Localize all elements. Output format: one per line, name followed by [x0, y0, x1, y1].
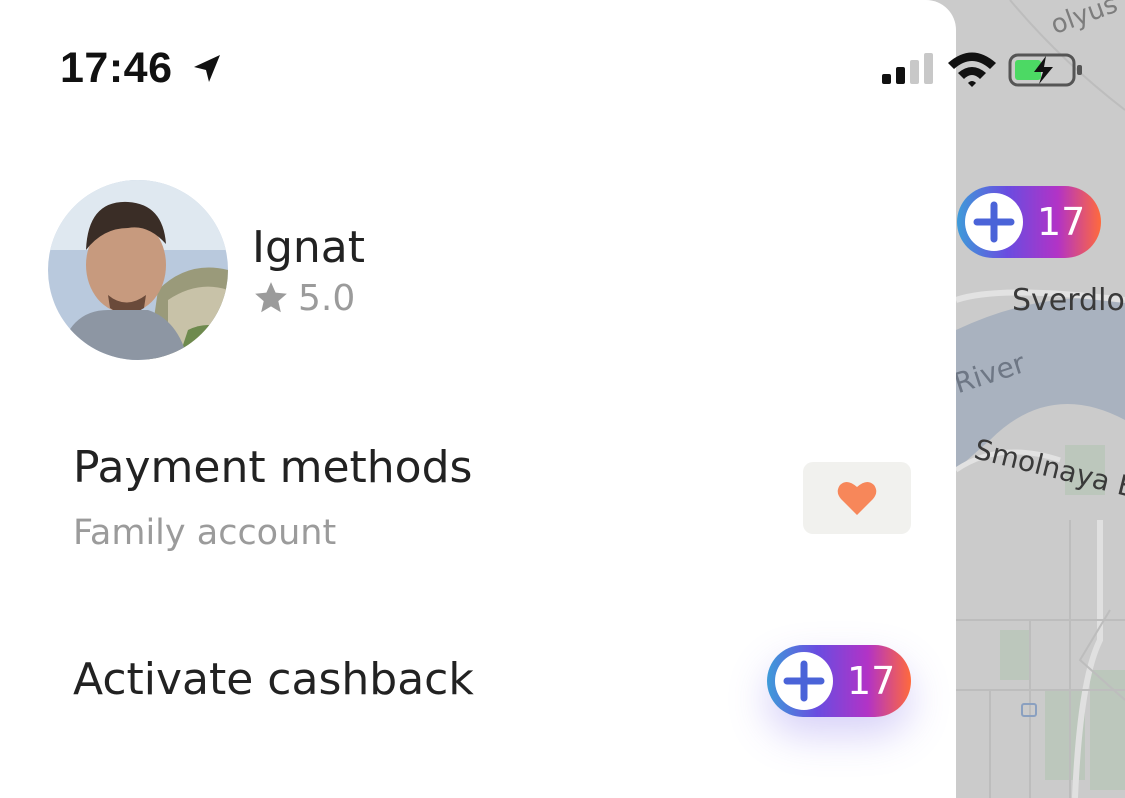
battery-charging-icon	[1008, 53, 1082, 87]
star-icon	[255, 282, 287, 313]
payment-method-badge	[803, 462, 911, 534]
cashback-plus-badge[interactable]: 17	[767, 645, 911, 717]
map-plus-count: 17	[1037, 200, 1086, 244]
cellular-signal-icon	[882, 53, 933, 84]
avatar[interactable]	[48, 180, 228, 360]
payment-methods-subtitle: Family account	[73, 513, 337, 553]
activate-cashback-title: Activate cashback	[73, 654, 474, 705]
plus-icon	[965, 193, 1023, 251]
rating-value: 5.0	[298, 277, 356, 319]
plus-icon	[775, 652, 833, 710]
status-time: 17:46	[60, 44, 173, 92]
menu-item-payment-methods[interactable]: Payment methods Family account	[0, 430, 956, 580]
wifi-icon	[948, 52, 996, 87]
map-plus-badge[interactable]: 17	[957, 186, 1101, 258]
payment-methods-title: Payment methods	[73, 442, 473, 493]
user-rating: 5.0	[252, 276, 355, 320]
user-name[interactable]: Ignat	[252, 222, 365, 273]
side-menu-drawer: 17:46 Ignat 5.0 Payment methods Family a…	[0, 0, 956, 798]
menu-item-activate-cashback[interactable]: Activate cashback 17	[0, 620, 956, 750]
map-label-street: Sverdlo	[1012, 283, 1125, 318]
location-arrow-icon	[194, 55, 220, 82]
heart-icon	[837, 481, 877, 515]
cashback-plus-count: 17	[847, 659, 896, 703]
